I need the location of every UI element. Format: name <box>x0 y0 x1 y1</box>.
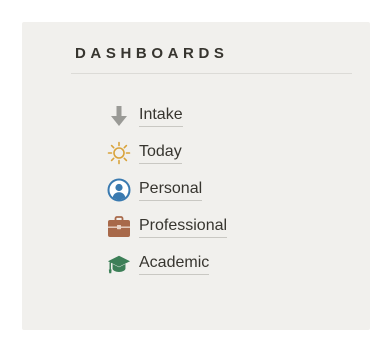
user-circle-icon <box>107 178 131 202</box>
dashboard-item-label[interactable]: Academic <box>139 254 210 275</box>
dashboard-item-label[interactable]: Today <box>139 143 182 164</box>
dashboard-list: Intake Today Personal Professional Acade… <box>107 102 228 287</box>
divider <box>71 73 352 74</box>
graduation-cap-icon <box>107 252 131 276</box>
dashboard-item-label[interactable]: Intake <box>139 106 183 127</box>
dashboard-item-label[interactable]: Professional <box>139 217 228 238</box>
dashboards-panel: DASHBOARDS Intake Today Personal Profess… <box>22 22 370 330</box>
dashboard-item-academic[interactable]: Academic <box>107 250 227 278</box>
sun-icon <box>107 141 131 165</box>
dashboard-item-professional[interactable]: Professional <box>107 213 228 241</box>
down-arrow-icon <box>107 104 131 128</box>
dashboard-item-today[interactable]: Today <box>107 139 227 167</box>
dashboard-item-label[interactable]: Personal <box>139 180 203 201</box>
briefcase-icon <box>107 215 131 239</box>
dashboard-item-intake[interactable]: Intake <box>107 102 227 130</box>
dashboard-item-personal[interactable]: Personal <box>107 176 227 204</box>
section-heading: DASHBOARDS <box>75 45 229 62</box>
